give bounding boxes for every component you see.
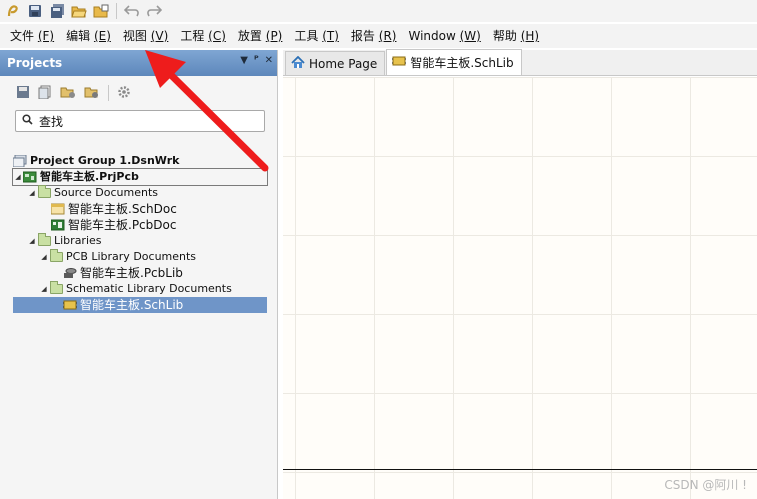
tree-item-label: Source Documents [54, 186, 158, 199]
menu-view[interactable]: 视图 (V) [119, 25, 176, 47]
tree-item-label: 智能车主板.PcbLib [80, 266, 183, 280]
pcb-project-icon [23, 171, 37, 183]
tree-item-label: Project Group 1.DsnWrk [30, 154, 180, 167]
toolbar-separator [108, 85, 109, 101]
tree-item-pcbdoc[interactable]: 智能车主板.PcbDoc [13, 217, 267, 233]
tree-item-project-group[interactable]: Project Group 1.DsnWrk [13, 153, 267, 169]
menu-label: 编辑 [66, 29, 91, 43]
project-options-icon[interactable] [60, 85, 76, 102]
tree-item-source-documents[interactable]: ◢ Source Documents [13, 185, 267, 201]
canvas-border-line [283, 469, 757, 470]
menu-label: 帮助 [492, 29, 517, 43]
tree-item-label: Schematic Library Documents [66, 282, 232, 295]
gear-icon[interactable] [117, 85, 131, 102]
panel-menu-icon[interactable]: ▼ [240, 55, 248, 66]
tab-label: Home Page [309, 56, 378, 71]
menu-hotkey: (E) [93, 29, 111, 43]
app-logo-icon[interactable] [3, 1, 23, 21]
menu-label: 文件 [10, 29, 35, 43]
tree-item-libraries[interactable]: ◢ Libraries [13, 233, 267, 249]
projects-panel: Projects ▼ ᴾ ✕ 查找 Project Group 1.DsnWrk… [0, 50, 278, 499]
expand-arrow-icon[interactable]: ◢ [27, 233, 37, 249]
menu-label: 放置 [237, 29, 262, 43]
compile-icon[interactable] [38, 85, 52, 102]
menu-hotkey: (W) [459, 29, 481, 43]
menu-hotkey: (C) [208, 29, 226, 43]
home-icon [291, 55, 305, 72]
expand-arrow-icon[interactable]: ◢ [39, 249, 49, 265]
schlib-icon [63, 299, 77, 311]
expand-arrow-icon[interactable]: ◢ [39, 281, 49, 297]
menu-reports[interactable]: 报告 (R) [347, 25, 405, 47]
search-placeholder: 查找 [39, 114, 64, 129]
menu-window[interactable]: Window (W) [404, 25, 488, 47]
pcblib-icon [63, 267, 77, 279]
menu-label: 报告 [350, 29, 375, 43]
menu-label: 工程 [180, 29, 205, 43]
menu-hotkey: (H) [520, 29, 540, 43]
close-icon[interactable]: ✕ [265, 55, 273, 66]
tree-item-label: PCB Library Documents [66, 250, 197, 263]
panel-toolbar [0, 76, 277, 110]
menu-bar: 文件 (F) 编辑 (E) 视图 (V) 工程 (C) 放置 (P) 工具 (T… [0, 24, 757, 48]
save-all-icon[interactable] [47, 1, 67, 21]
menu-hotkey: (R) [378, 29, 397, 43]
tree-item-schematic-library-documents[interactable]: ◢ Schematic Library Documents [13, 281, 267, 297]
project-tree: Project Group 1.DsnWrk ◢ 智能车主板.PrjPcb ◢ … [12, 153, 268, 313]
open-project-icon[interactable] [91, 1, 111, 21]
redo-icon[interactable] [144, 1, 164, 21]
tab-schlib[interactable]: 智能车主板.SchLib [386, 49, 522, 75]
tree-item-pcb-project[interactable]: ◢ 智能车主板.PrjPcb [12, 168, 268, 186]
expand-arrow-icon[interactable]: ◢ [13, 169, 23, 185]
search-icon [22, 114, 33, 128]
expand-arrow-icon[interactable]: ◢ [27, 185, 37, 201]
schlib-icon [392, 55, 407, 70]
save-project-icon[interactable] [16, 85, 30, 102]
schdoc-icon [51, 203, 65, 215]
menu-label: 视图 [122, 29, 147, 43]
open-icon[interactable] [69, 1, 89, 21]
menu-place[interactable]: 放置 (P) [234, 25, 290, 47]
project-group-icon [13, 155, 27, 167]
document-tabs: Home Page 智能车主板.SchLib [283, 49, 757, 76]
tree-item-label: 智能车主板.SchDoc [68, 202, 177, 216]
watermark-text: CSDN @阿川 ! [664, 478, 747, 492]
menu-hotkey: (F) [37, 29, 55, 43]
tree-item-label: Libraries [54, 234, 102, 247]
quick-access-toolbar [0, 0, 757, 22]
search-input[interactable]: 查找 [15, 110, 265, 132]
panel-header: Projects ▼ ᴾ ✕ [0, 50, 277, 76]
toolbar-separator [116, 3, 117, 19]
tab-home-page[interactable]: Home Page [285, 51, 386, 75]
panel-title: Projects [7, 56, 63, 70]
menu-help[interactable]: 帮助 (H) [489, 25, 547, 47]
project-settings-icon[interactable] [84, 85, 100, 102]
tree-item-schdoc[interactable]: 智能车主板.SchDoc [13, 201, 267, 217]
tree-item-label: 智能车主板.PrjPcb [40, 170, 139, 183]
save-icon[interactable] [25, 1, 45, 21]
folder-icon [49, 249, 63, 263]
tree-item-pcb-library-documents[interactable]: ◢ PCB Library Documents [13, 249, 267, 265]
menu-hotkey: (P) [265, 29, 283, 43]
tree-item-label: 智能车主板.SchLib [80, 298, 184, 312]
tree-item-schlib[interactable]: 智能车主板.SchLib [13, 297, 267, 313]
menu-label: 工具 [294, 29, 319, 43]
tab-label: 智能车主板.SchLib [410, 56, 514, 70]
schematic-canvas[interactable] [283, 77, 757, 499]
menu-label: Window [408, 29, 456, 43]
menu-project[interactable]: 工程 (C) [176, 25, 234, 47]
folder-icon [37, 233, 51, 247]
pcbdoc-icon [51, 219, 65, 231]
folder-icon [37, 185, 51, 199]
menu-tools[interactable]: 工具 (T) [290, 25, 347, 47]
menu-hotkey: (V) [150, 29, 169, 43]
pin-icon[interactable]: ᴾ [254, 55, 259, 66]
folder-icon [49, 281, 63, 295]
menu-edit[interactable]: 编辑 (E) [62, 25, 119, 47]
tree-item-pcblib[interactable]: 智能车主板.PcbLib [13, 265, 267, 281]
tree-item-label: 智能车主板.PcbDoc [68, 218, 177, 232]
undo-icon[interactable] [122, 1, 142, 21]
menu-hotkey: (T) [322, 29, 339, 43]
menu-file[interactable]: 文件 (F) [6, 25, 62, 47]
